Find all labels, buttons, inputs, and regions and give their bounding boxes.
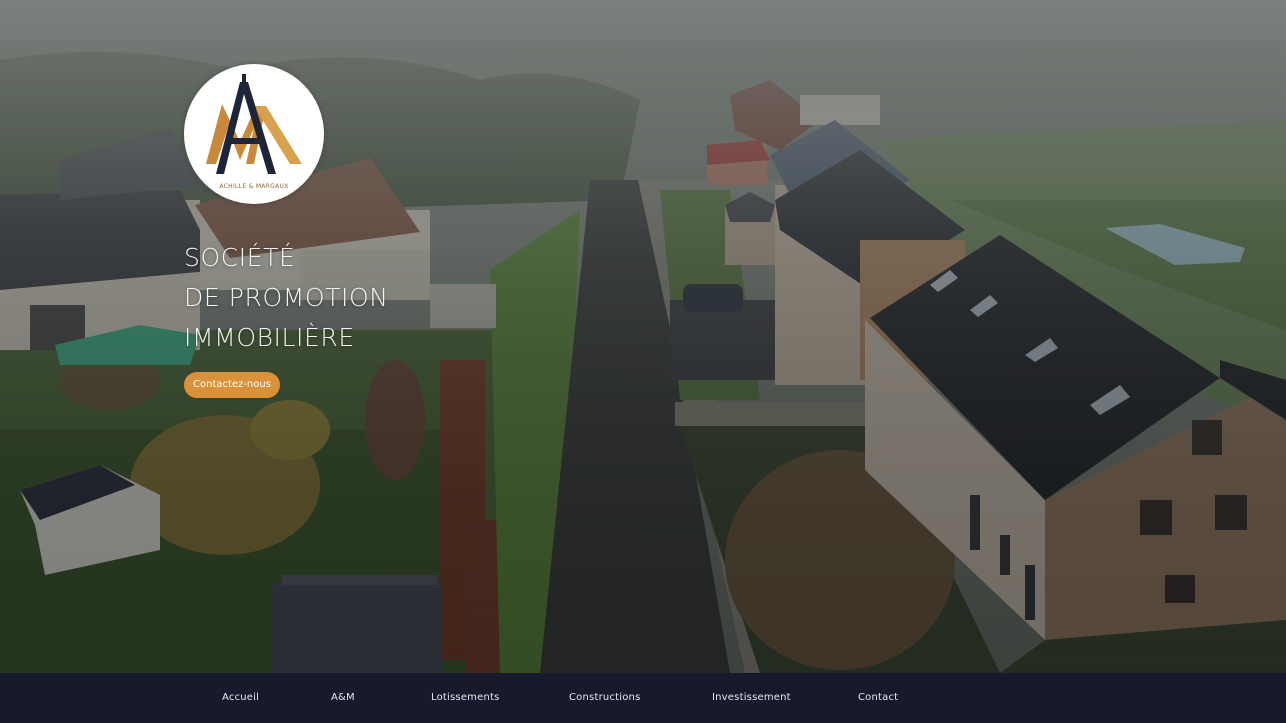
contact-us-button[interactable]: Contactez-nous [184, 372, 280, 398]
headline-line-1: SOCIÉTÉ [184, 243, 296, 272]
hero-section: ACHILLE & MARGAUX SOCIÉTÉ DE PROMOTION I… [0, 0, 1286, 673]
nav-item-contact[interactable]: Contact [858, 673, 898, 723]
headline-line-3: IMMOBILIÈRE [184, 323, 355, 352]
nav-list: Accueil A&M Lotissements Constructions I… [0, 673, 1286, 723]
nav-item-accueil[interactable]: Accueil [222, 673, 259, 723]
brand-logo[interactable]: ACHILLE & MARGAUX [184, 64, 324, 204]
hero-headline: SOCIÉTÉ DE PROMOTION IMMOBILIÈRE [184, 238, 484, 358]
headline-line-2: DE PROMOTION [184, 283, 389, 312]
nav-item-constructions[interactable]: Constructions [569, 673, 640, 723]
main-navigation: Accueil A&M Lotissements Constructions I… [0, 673, 1286, 723]
nav-item-lotissements[interactable]: Lotissements [431, 673, 500, 723]
logo-caption: ACHILLE & MARGAUX [219, 183, 289, 190]
nav-item-investissement[interactable]: Investissement [712, 673, 791, 723]
nav-item-a-m[interactable]: A&M [331, 673, 355, 723]
